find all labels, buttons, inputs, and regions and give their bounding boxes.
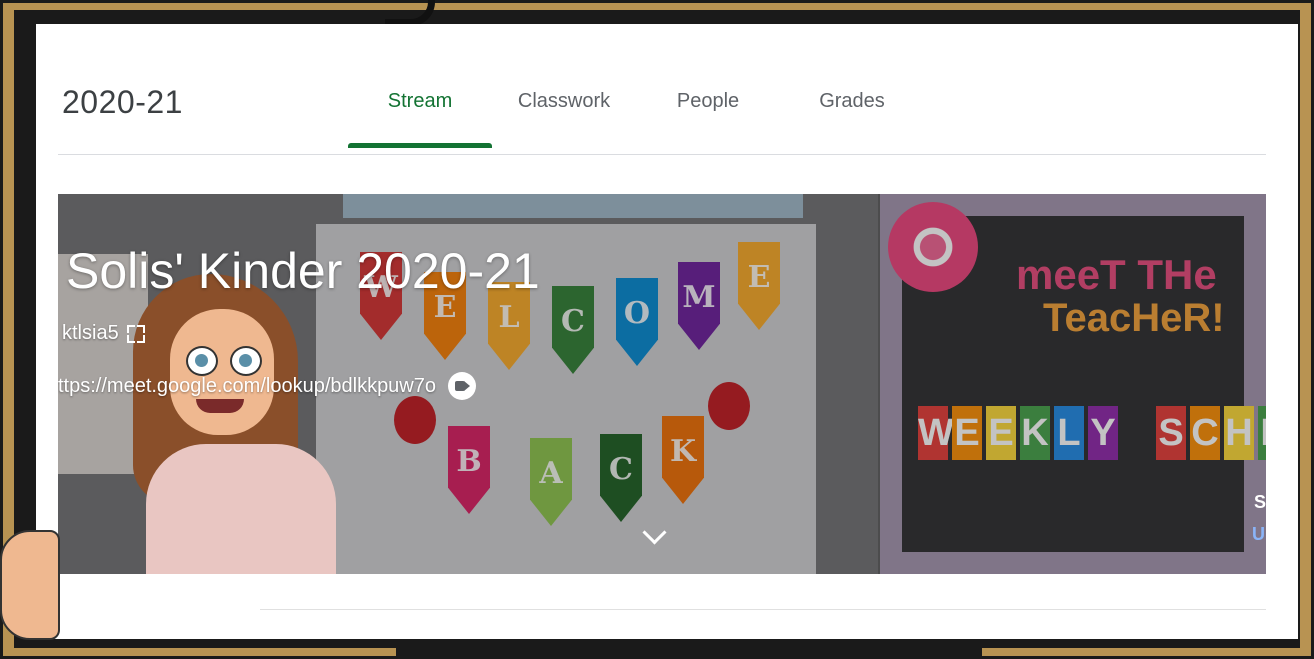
class-code-value: ktlsia5 <box>62 322 119 344</box>
decorative-bottom-bar <box>396 646 982 659</box>
stream-divider <box>260 609 1266 610</box>
tab-classwork[interactable]: Classwork <box>492 80 636 130</box>
banner-edge-text: S <box>1254 492 1266 512</box>
meet-link[interactable]: ttps://meet.google.com/lookup/bdlkkpuw7o <box>58 372 476 400</box>
class-banner: W E L C O M E B A C K meeT THe TeacHeR! … <box>58 194 1266 574</box>
banner-edge-link[interactable]: U <box>1252 524 1265 545</box>
bitmoji-mouth <box>196 399 244 413</box>
active-tab-indicator <box>348 143 492 148</box>
header-divider <box>58 154 1266 155</box>
tab-people-label: People <box>676 90 740 112</box>
tab-classwork-label: Classwork <box>517 90 611 112</box>
course-title: 2020-21 <box>62 84 183 120</box>
bitmoji-body <box>146 444 336 574</box>
google-meet-icon[interactable] <box>448 372 476 400</box>
classroom-screen: 2020-21 Stream Classwork People Grades W… <box>36 24 1298 639</box>
tab-stream[interactable]: Stream <box>348 80 492 148</box>
class-name: Solis' Kinder 2020-21 <box>66 243 540 299</box>
tab-stream-label: Stream <box>387 90 453 112</box>
bitmoji-pointing-hand <box>0 530 60 640</box>
tab-grades[interactable]: Grades <box>780 80 924 130</box>
class-code: ktlsia5 <box>62 322 145 345</box>
tab-people[interactable]: People <box>636 80 780 130</box>
meet-link-text[interactable]: ttps://meet.google.com/lookup/bdlkkpuw7o <box>58 375 436 398</box>
tab-grades-label: Grades <box>819 90 885 112</box>
tab-bar: Stream Classwork People Grades <box>348 80 924 148</box>
expand-icon[interactable] <box>126 324 145 343</box>
